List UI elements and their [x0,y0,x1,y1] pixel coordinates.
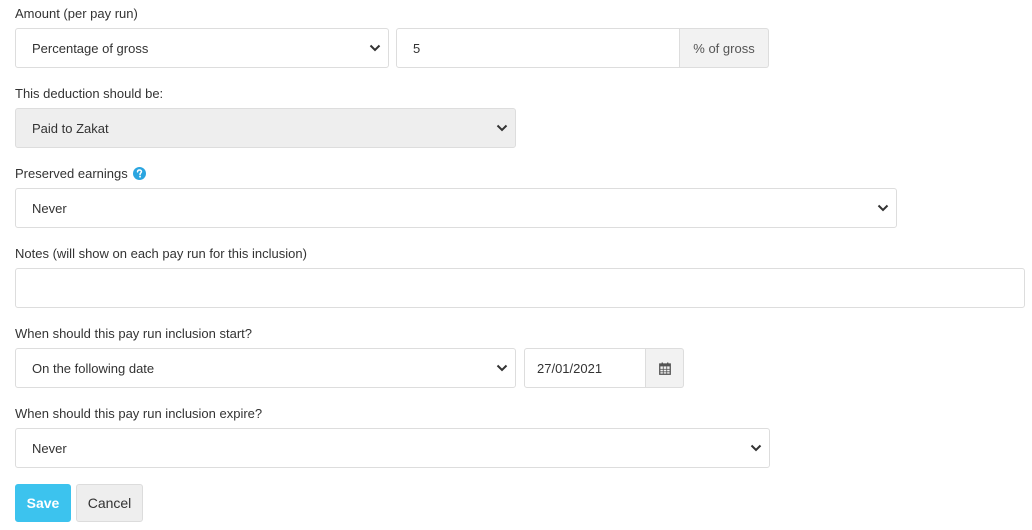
chevron-down-icon [496,124,508,132]
deduction-label: This deduction should be: [15,86,164,101]
notes-label: Notes (will show on each pay run for thi… [15,246,307,261]
help-question-icon[interactable] [132,167,146,180]
preserved-earnings-label-text: Preserved earnings [15,166,128,181]
amount-type-select[interactable]: Percentage of gross [15,28,389,68]
amount-type-value: Percentage of gross [32,40,149,56]
preserved-earnings-value: Never [32,200,67,216]
deduction-value: Paid to Zakat [32,120,109,136]
chevron-down-icon [369,44,381,52]
start-date-input[interactable]: 27/01/2021 [524,348,646,388]
calendar-icon [658,362,671,375]
expire-label: When should this pay run inclusion expir… [15,406,263,421]
expire-select[interactable]: Never [15,428,770,468]
preserved-earnings-label: Preserved earnings [15,166,146,182]
chevron-down-icon [750,444,762,452]
amount-label: Amount (per pay run) [15,6,138,21]
start-select[interactable]: On the following date [15,348,516,388]
start-label: When should this pay run inclusion start… [15,326,253,341]
notes-input[interactable] [15,268,1025,308]
chevron-down-icon [496,364,508,372]
amount-unit-addon: % of gross [680,28,769,68]
amount-value: 5 [413,40,421,56]
start-date-value: 27/01/2021 [537,360,603,376]
amount-input[interactable]: 5 [396,28,680,68]
deduction-select[interactable]: Paid to Zakat [15,108,516,148]
chevron-down-icon [877,204,889,212]
calendar-button[interactable] [646,348,684,388]
expire-value: Never [32,440,67,456]
save-button[interactable]: Save [15,484,71,522]
start-value: On the following date [32,360,155,376]
preserved-earnings-select[interactable]: Never [15,188,897,228]
cancel-button[interactable]: Cancel [76,484,143,522]
